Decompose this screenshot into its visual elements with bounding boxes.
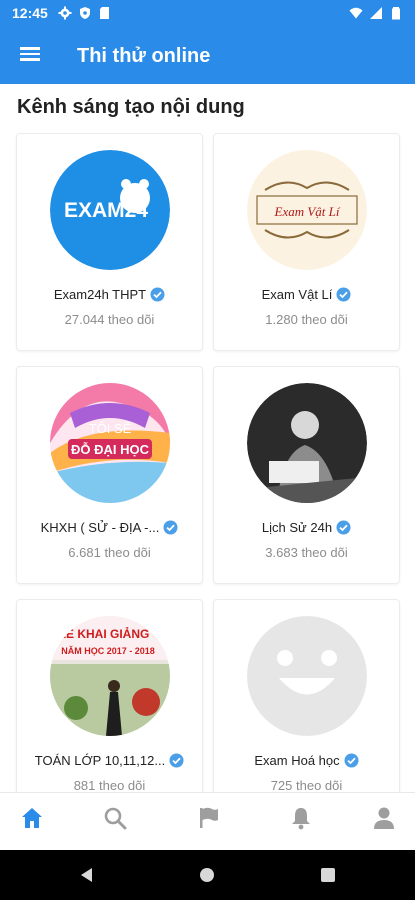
channel-name-row: Exam Hoá học [218, 752, 395, 770]
sd-card-icon [100, 7, 109, 19]
channel-card-exam24h[interactable]: EXAM24 Exam24h THPT 27.044 theo dõi [16, 133, 203, 351]
channel-card-exam-hoa-hoc[interactable]: Exam Hoá học 725 theo dõi [213, 599, 400, 792]
verified-icon [336, 520, 351, 535]
nav-flag[interactable] [196, 805, 222, 831]
channel-name: Exam24h THPT [53, 287, 147, 303]
verified-icon [150, 287, 165, 302]
status-time: 12:45 [12, 5, 48, 21]
verified-icon [163, 520, 178, 535]
channel-list[interactable]: Kênh sáng tạo nội dung EXAM24 Exam24h TH… [0, 84, 415, 792]
verified-icon [336, 287, 351, 302]
menu-icon-line [20, 58, 40, 61]
bell-icon [292, 808, 310, 830]
status-notification-icons [58, 6, 112, 20]
exam24-logo-text: EXAM24 [64, 199, 148, 222]
channel-name: Lịch Sử 24h [261, 520, 333, 536]
channel-followers: 6.681 theo dõi [68, 545, 151, 560]
verified-icon [169, 753, 184, 768]
channel-avatar [247, 616, 367, 736]
channel-avatar: Exam Vật Lí [247, 150, 367, 270]
channel-avatar: EXAM24 [50, 150, 170, 270]
channel-name: KHXH ( SỬ - ĐỊA -... [40, 520, 160, 536]
back-icon[interactable] [79, 867, 95, 883]
channel-name-row: TOÁN LỚP 10,11,12... [21, 752, 198, 770]
menu-icon [20, 47, 40, 50]
channel-followers: 881 theo dõi [73, 778, 146, 792]
channel-name-row: Exam24h THPT [21, 286, 198, 304]
verified-icon [344, 753, 359, 768]
channel-followers: 3.683 theo dõi [265, 545, 348, 560]
channel-name-row: Exam Vật Lí [218, 286, 395, 304]
smiley-placeholder-icon [247, 616, 367, 736]
section-title: Kênh sáng tạo nội dung [17, 96, 245, 118]
search-icon [104, 807, 127, 830]
channel-followers: 27.044 theo dõi [64, 312, 155, 327]
home-button-icon[interactable] [199, 867, 215, 883]
channel-avatar [247, 383, 367, 503]
exam24-logo: EXAM24 [50, 150, 170, 270]
channel-card-toan-lop[interactable]: LỄ KHAI GIẢNG NĂM HỌC 2017 - 2018 TOÁN L… [16, 599, 203, 792]
toan-lop-photo: LỄ KHAI GIẢNG NĂM HỌC 2017 - 2018 [50, 616, 170, 736]
bottom-nav [0, 792, 415, 850]
exam-vat-li-logo-text: Exam Vật Lí [274, 204, 341, 219]
nav-search[interactable] [102, 805, 128, 831]
app-screen: 12:45 Thi thử online Kênh sáng tạo nội d… [0, 0, 415, 900]
flag-icon [200, 807, 218, 828]
system-nav-bar [0, 850, 415, 900]
home-icon [22, 808, 42, 828]
nav-notifications[interactable] [288, 805, 314, 831]
toan-lop-photo-text-1: LỄ KHAI GIẢNG [59, 626, 150, 641]
channel-avatar: TÔI SẼ ĐỖ ĐẠI HỌC [50, 383, 170, 503]
wifi-icon [349, 7, 363, 19]
shield-icon [80, 7, 90, 19]
channel-followers: 725 theo dõi [270, 778, 343, 792]
channel-card-lich-su-24h[interactable]: Lịch Sử 24h 3.683 theo dõi [213, 366, 400, 584]
channel-name-row: KHXH ( SỬ - ĐỊA -... [21, 519, 198, 537]
toan-lop-photo-text-2: NĂM HỌC 2017 - 2018 [61, 646, 155, 656]
signal-icon [370, 7, 382, 19]
channel-card-khxh[interactable]: TÔI SẼ ĐỖ ĐẠI HỌC KHXH ( SỬ - ĐỊA -... 6… [16, 366, 203, 584]
khxh-logo-text-2: ĐỖ ĐẠI HỌC [71, 442, 150, 457]
channel-name: TOÁN LỚP 10,11,12... [34, 753, 166, 769]
battery-icon [392, 7, 400, 20]
status-system-icons [349, 6, 403, 20]
nav-profile[interactable] [371, 805, 397, 831]
channel-name: Exam Hoá học [254, 753, 340, 769]
khxh-logo: TÔI SẼ ĐỖ ĐẠI HỌC [50, 383, 170, 503]
app-bar: Thi thử online [0, 28, 415, 84]
gear-icon [58, 6, 72, 20]
status-bar: 12:45 [0, 0, 415, 28]
channel-name: Exam Vật Lí [261, 287, 333, 303]
menu-button[interactable] [18, 44, 42, 68]
person-icon [374, 807, 394, 829]
menu-icon-line [20, 52, 40, 55]
app-title: Thi thử online [77, 45, 211, 67]
nav-home[interactable] [19, 805, 45, 831]
channel-avatar: LỄ KHAI GIẢNG NĂM HỌC 2017 - 2018 [50, 616, 170, 736]
khxh-logo-text-1: TÔI SẼ [89, 421, 132, 436]
lich-su-24h-photo [247, 383, 367, 503]
channel-card-exam-vat-li[interactable]: Exam Vật Lí Exam Vật Lí 1.280 theo dõi [213, 133, 400, 351]
recents-icon[interactable] [320, 867, 336, 883]
channel-followers: 1.280 theo dõi [265, 312, 348, 327]
channel-name-row: Lịch Sử 24h [218, 519, 395, 537]
exam-vat-li-logo: Exam Vật Lí [247, 150, 367, 270]
